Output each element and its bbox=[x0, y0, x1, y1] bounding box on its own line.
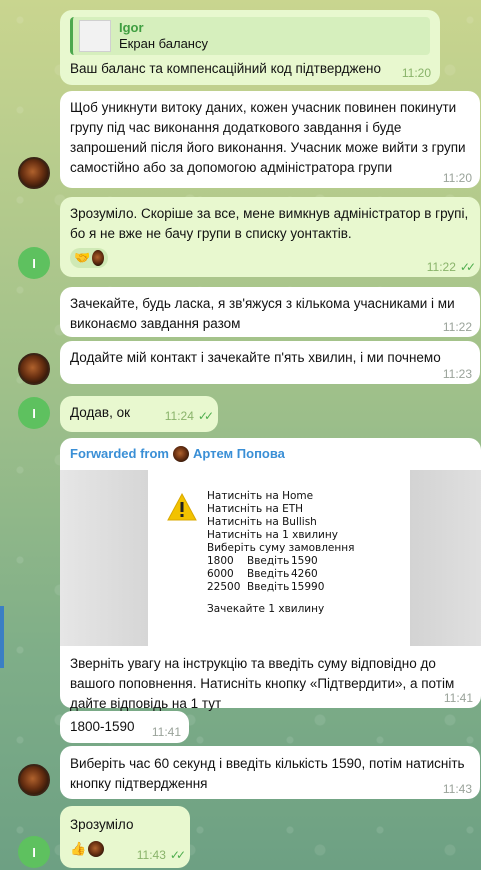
forwarded-label: Forwarded from bbox=[70, 446, 169, 461]
reply-author: Igor bbox=[119, 20, 144, 35]
message-time: 11:22 bbox=[442, 320, 472, 334]
message-incoming[interactable]: Виберіть час 60 секунд і введіть кількіс… bbox=[60, 746, 480, 799]
instruction-row: 6000 Введіть 4260 bbox=[207, 568, 318, 580]
instruction-row: 1800 Введіть 1590 bbox=[207, 555, 318, 567]
message-incoming[interactable]: Щоб уникнути витоку даних, кожен учасник… bbox=[60, 91, 480, 188]
forwarded-avatar bbox=[172, 446, 189, 462]
message-text: Зрозуміло. Скоріше за все, мене вимкнув … bbox=[70, 206, 469, 241]
own-avatar[interactable]: I bbox=[18, 397, 50, 429]
message-text: Щоб уникнути витоку даних, кожен учасник… bbox=[70, 100, 466, 175]
own-avatar[interactable]: I bbox=[18, 247, 50, 279]
message-time: 11:24 ✓✓ bbox=[164, 409, 214, 423]
message-text: Зверніть увагу на інструкцію та введіть … bbox=[70, 656, 455, 711]
reaction-avatar bbox=[88, 841, 105, 857]
forwarded-header[interactable]: Forwarded from Артем Попова bbox=[70, 444, 471, 464]
forwarded-image[interactable]: Натисніть на Home Натисніть на ETH Натис… bbox=[60, 470, 481, 646]
forwarded-author-link[interactable]: Артем Попова bbox=[193, 444, 285, 464]
message-time: 11:43 bbox=[442, 782, 472, 796]
message-outgoing[interactable]: Зрозуміло 👍 11:43 ✓✓ bbox=[60, 806, 190, 868]
handshake-reaction-icon: 🤝 bbox=[74, 250, 91, 265]
contact-avatar[interactable] bbox=[18, 353, 50, 385]
message-forwarded[interactable]: Forwarded from Артем Попова Натисніть на… bbox=[60, 438, 481, 711]
blurred-region bbox=[60, 470, 148, 646]
instruction-line: Натисніть на ETH bbox=[207, 503, 304, 515]
message-incoming[interactable]: 1800-1590 11:41 bbox=[60, 711, 189, 743]
instruction-line: Натисніть на Home bbox=[207, 490, 314, 502]
contact-avatar[interactable] bbox=[18, 157, 50, 189]
instruction-line: Натисніть на 1 хвилину bbox=[207, 529, 338, 541]
message-incoming[interactable]: Додайте мій контакт і зачекайте п'ять хв… bbox=[60, 341, 480, 384]
message-time: 11:41 bbox=[443, 691, 473, 705]
message-reactions[interactable]: 🤝 bbox=[70, 248, 108, 268]
instruction-row: 22500 Введіть 15990 bbox=[207, 581, 325, 593]
message-text: Виберіть час 60 секунд і введіть кількіс… bbox=[70, 756, 465, 791]
message-text: Зрозуміло bbox=[70, 817, 134, 832]
message-outgoing[interactable]: Зрозуміло. Скоріше за все, мене вимкнув … bbox=[60, 197, 480, 277]
read-checkmarks-icon: ✓✓ bbox=[459, 260, 476, 274]
instruction-text: Натисніть на Home Натисніть на ETH Натис… bbox=[207, 490, 354, 616]
reply-thumbnail bbox=[79, 20, 111, 52]
contact-avatar[interactable] bbox=[18, 764, 50, 796]
read-checkmarks-icon: ✓✓ bbox=[169, 848, 186, 862]
message-text: Ваш баланс та компенсаційний код підтвер… bbox=[70, 61, 381, 76]
message-time: 11:41 bbox=[151, 725, 181, 739]
message-text: Зачекайте, будь ласка, я зв'яжуся з кіль… bbox=[70, 296, 455, 331]
instruction-footer: Зачекайте 1 хвилину bbox=[207, 603, 325, 615]
reaction-avatar bbox=[92, 250, 104, 266]
message-outgoing[interactable]: Igor Екран балансу Ваш баланс та компенс… bbox=[60, 10, 440, 85]
blurred-region bbox=[410, 470, 481, 646]
warning-icon bbox=[167, 492, 197, 521]
message-time: 11:43 ✓✓ bbox=[136, 848, 186, 862]
message-time: 11:20 bbox=[401, 66, 431, 80]
thumbs-up-reaction-icon: 👍 bbox=[70, 841, 87, 856]
reply-preview[interactable]: Igor Екран балансу bbox=[70, 17, 430, 55]
message-incoming[interactable]: Зачекайте, будь ласка, я зв'яжуся з кіль… bbox=[60, 287, 480, 337]
read-checkmarks-icon: ✓✓ bbox=[197, 409, 214, 423]
reply-text: Екран балансу bbox=[119, 36, 208, 51]
instruction-line: Виберіть суму замовлення bbox=[207, 542, 355, 554]
message-outgoing[interactable]: Додав, ок 11:24 ✓✓ bbox=[60, 396, 218, 432]
message-time: 11:20 bbox=[442, 171, 472, 185]
message-time: 11:23 bbox=[442, 367, 472, 381]
message-reactions[interactable]: 👍 bbox=[70, 839, 108, 859]
instruction-line: Натисніть на Bullish bbox=[207, 516, 317, 528]
own-avatar[interactable]: I bbox=[18, 836, 50, 868]
message-time: 11:22 ✓✓ bbox=[426, 260, 476, 274]
left-edge-marker bbox=[0, 606, 4, 668]
message-text: Додайте мій контакт і зачекайте п'ять хв… bbox=[70, 350, 441, 365]
